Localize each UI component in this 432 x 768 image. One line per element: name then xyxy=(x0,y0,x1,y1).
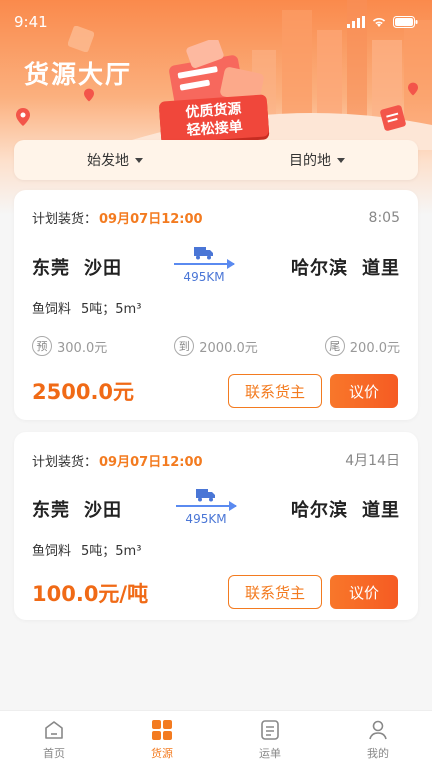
profile-icon xyxy=(369,720,387,740)
origin-filter-label: 始发地 xyxy=(87,153,129,169)
final-icon: 尾 xyxy=(324,336,345,356)
page-title: 货源大厅 xyxy=(24,60,133,89)
origin-filter-dropdown[interactable]: 始发地 xyxy=(14,140,216,180)
location-pin-icon xyxy=(16,108,30,126)
destination-filter-label: 目的地 xyxy=(289,153,331,169)
cargo-weight: 5吨；5m³ xyxy=(81,544,142,559)
tab-home[interactable]: 首页 xyxy=(0,711,108,768)
cargo-card[interactable]: 计划装货： 09月07日12:00 4月14日 东莞 沙田 哈尔滨 道里 495… xyxy=(14,432,418,620)
bottom-tab-bar: 首页 货源 运单 我的 xyxy=(0,710,432,768)
prepay-value: 300.0元 xyxy=(57,340,108,356)
tab-cargo[interactable]: 货源 xyxy=(108,711,216,768)
tab-profile-label: 我的 xyxy=(367,747,389,760)
final-fee: 尾 200.0元 xyxy=(324,336,400,356)
plan-time: 09月07日12:00 xyxy=(99,454,203,470)
plan-label: 计划装货： xyxy=(32,212,98,227)
plan-label: 计划装货： xyxy=(32,454,98,470)
dest-district: 道里 xyxy=(362,258,400,279)
origin-district: 沙田 xyxy=(84,258,122,279)
truck-icon xyxy=(194,247,213,260)
price: 100.0元/吨 xyxy=(32,582,149,606)
prepay-fee: 预 300.0元 xyxy=(32,336,107,356)
origin-city: 东莞 xyxy=(32,258,70,279)
tab-cargo-label: 货源 xyxy=(151,747,173,760)
tab-waybill[interactable]: 运单 xyxy=(216,711,324,768)
origin-district: 沙田 xyxy=(84,500,122,521)
signal-icon xyxy=(347,16,365,28)
card-plan-row: 计划装货： 09月07日12:00 4月14日 xyxy=(32,450,400,470)
wifi-icon xyxy=(372,18,386,27)
route-line xyxy=(176,505,236,507)
dest-city: 哈尔滨 xyxy=(291,258,348,279)
distance: 495KM xyxy=(183,270,225,284)
cargo-card[interactable]: 计划装货： 09月07日12:00 8:05 东莞 沙田 哈尔滨 道里 495K… xyxy=(14,190,418,420)
price: 2500.0元 xyxy=(32,380,135,404)
prepay-icon: 预 xyxy=(32,336,52,356)
grid-icon xyxy=(152,720,172,740)
filter-bar: 始发地 目的地 xyxy=(14,140,418,180)
location-pin-icon xyxy=(408,82,418,96)
status-bar: 9:41 xyxy=(0,0,432,44)
arrival-fee: 到 2000.0元 xyxy=(174,336,258,356)
negotiate-button[interactable]: 议价 xyxy=(330,374,398,408)
plan-time: 09月07日12:00 xyxy=(99,212,203,227)
fee-row: 预 300.0元 到 2000.0元 尾 200.0元 xyxy=(32,336,400,356)
status-icons xyxy=(347,16,418,28)
caret-down-icon xyxy=(337,157,345,163)
origin-city: 东莞 xyxy=(32,500,70,521)
distance: 495KM xyxy=(185,512,227,526)
battery-icon xyxy=(393,16,418,28)
negotiate-button[interactable]: 议价 xyxy=(330,575,398,609)
cargo-info: 鱼饲料 5吨；5m³ xyxy=(32,298,400,317)
route-indicator: 495KM xyxy=(176,484,237,526)
contact-owner-button[interactable]: 联系货主 xyxy=(228,374,322,408)
arrow-right-icon xyxy=(229,501,237,511)
home-icon xyxy=(45,721,63,739)
cargo-info: 鱼饲料 5吨；5m³ xyxy=(32,540,400,559)
final-value: 200.0元 xyxy=(349,340,400,356)
post-time: 4月14日 xyxy=(345,453,400,469)
dest-city: 哈尔滨 xyxy=(291,500,348,521)
tab-home-label: 首页 xyxy=(43,747,65,760)
document-icon xyxy=(380,105,406,131)
truck-icon xyxy=(196,489,215,502)
cargo-weight: 5吨；5m³ xyxy=(81,302,142,317)
waybill-icon xyxy=(261,720,279,740)
arrival-icon: 到 xyxy=(174,336,195,356)
promo-badge: 优质货源 轻松接单 xyxy=(158,94,270,144)
post-time: 8:05 xyxy=(368,209,400,226)
route-indicator: 495KM xyxy=(174,242,235,284)
cargo-name: 鱼饲料 xyxy=(32,302,72,317)
tab-waybill-label: 运单 xyxy=(259,747,281,760)
arrow-right-icon xyxy=(227,259,235,269)
tab-profile[interactable]: 我的 xyxy=(324,711,432,768)
contact-owner-button[interactable]: 联系货主 xyxy=(228,575,322,609)
arrival-value: 2000.0元 xyxy=(199,340,258,356)
caret-down-icon xyxy=(135,157,143,163)
dest-district: 道里 xyxy=(362,500,400,521)
status-time: 9:41 xyxy=(14,13,48,31)
card-plan-row: 计划装货： 09月07日12:00 8:05 xyxy=(32,208,400,228)
destination-filter-dropdown[interactable]: 目的地 xyxy=(216,140,418,180)
route-line xyxy=(174,263,234,265)
cargo-name: 鱼饲料 xyxy=(32,544,72,559)
